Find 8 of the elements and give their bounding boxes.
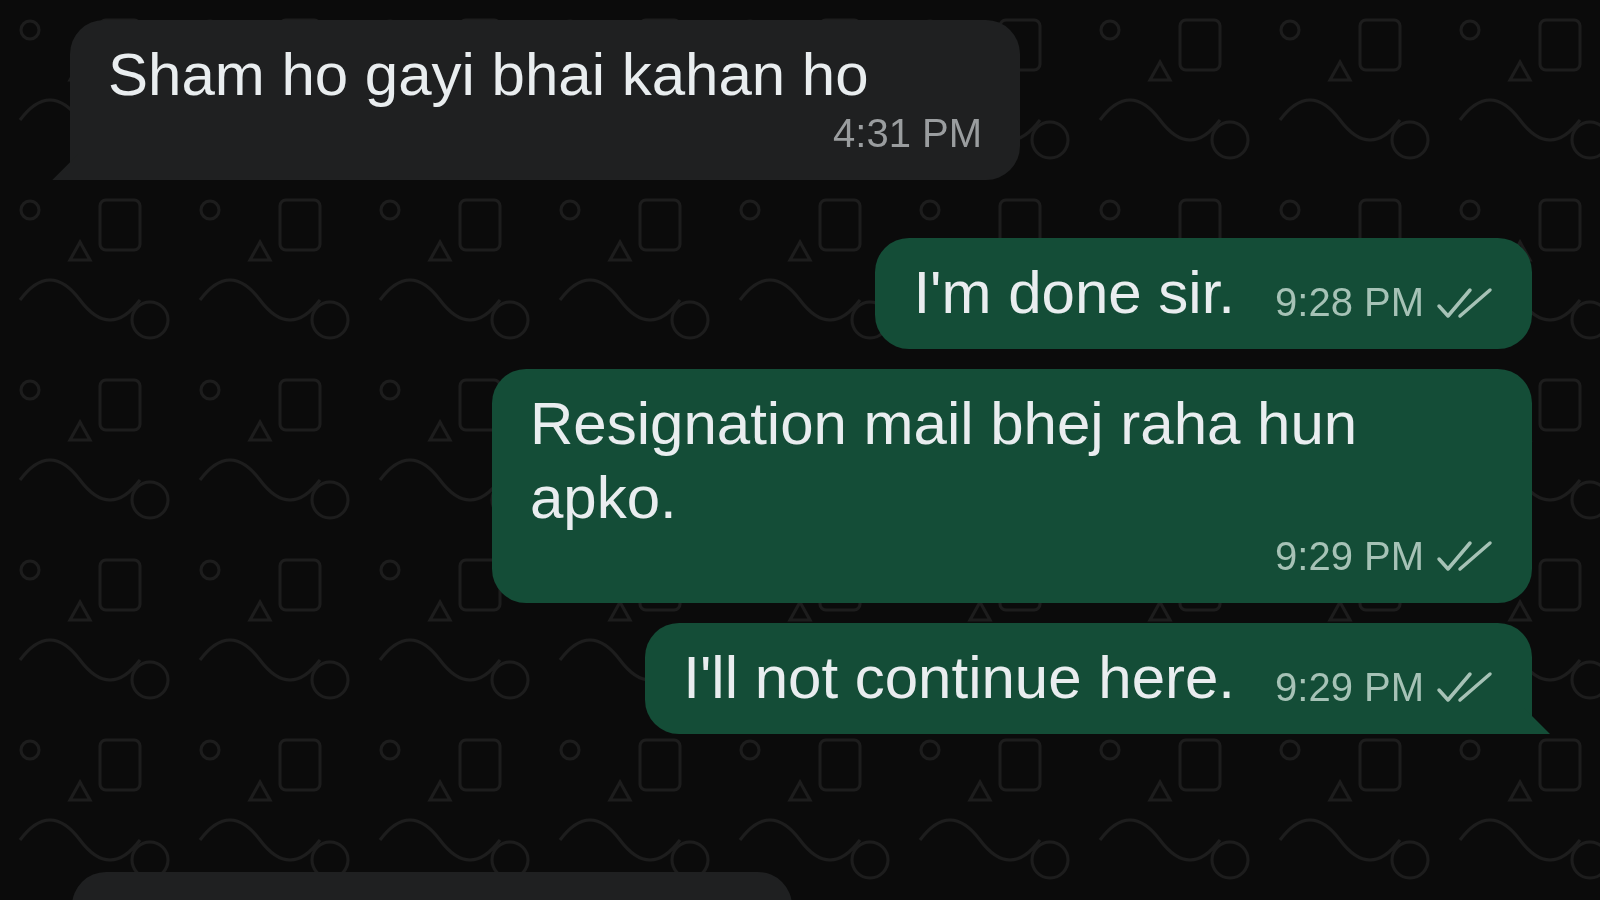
message-time: 9:29 PM [1275, 664, 1424, 710]
message-text: I'm done sir. [913, 258, 1236, 329]
message-time: 9:28 PM [1275, 280, 1424, 326]
message-text: I'll not continue here. [683, 642, 1236, 713]
message-text: Sham ho gayi bhai kahan ho [108, 40, 869, 110]
message-text: Resignation mail bhej raha hun apko. [530, 389, 1359, 533]
message-time: 4:31 PM [833, 111, 982, 157]
message-time: 9:29 PM [1275, 533, 1424, 579]
